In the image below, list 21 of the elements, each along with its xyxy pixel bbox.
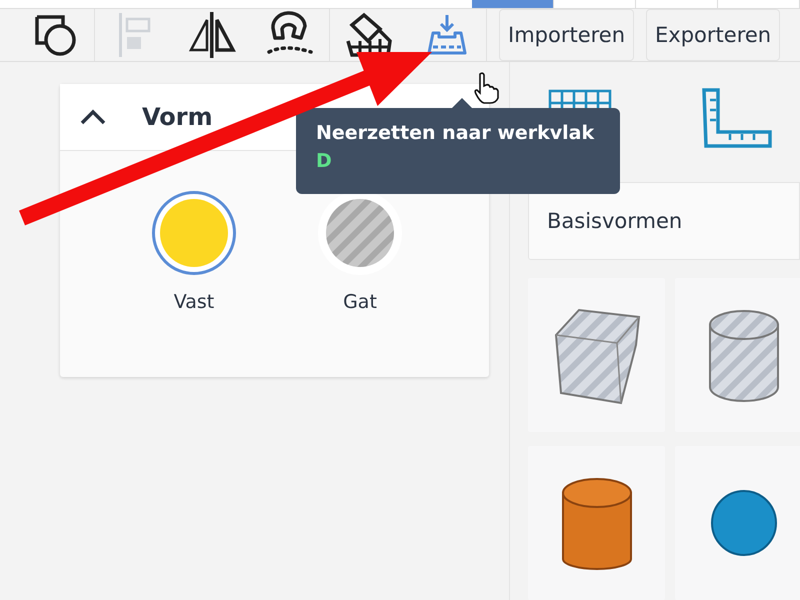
toolbar-button[interactable]: Importeren	[499, 8, 634, 61]
striped-cylinder-icon	[708, 307, 780, 403]
sphere-icon	[710, 489, 778, 557]
mirror-icon[interactable]	[187, 10, 237, 60]
option-label: Gat	[343, 291, 377, 313]
solid-circle-icon	[160, 199, 228, 267]
panel-title: Vorm	[142, 103, 213, 131]
category-dropdown[interactable]: Basisvormen	[528, 182, 800, 260]
drop-to-workplane-icon[interactable]	[425, 12, 469, 57]
cylinder-icon	[560, 475, 632, 571]
toolbar-button[interactable]: Exporteren	[646, 8, 780, 61]
chevron-up-icon[interactable]	[80, 109, 106, 125]
group-shapes-icon[interactable]	[33, 12, 77, 57]
shortcut-key: D	[316, 150, 600, 172]
shape-tile[interactable]	[675, 278, 800, 432]
shape-tile[interactable]	[675, 446, 800, 600]
striped-circle-icon	[326, 199, 394, 267]
tooltip-title: Neerzetten naar werkvlak	[316, 122, 596, 144]
option-label: Vast	[174, 291, 214, 313]
shape-tile[interactable]	[528, 446, 665, 600]
shape-tile[interactable]	[528, 278, 665, 432]
